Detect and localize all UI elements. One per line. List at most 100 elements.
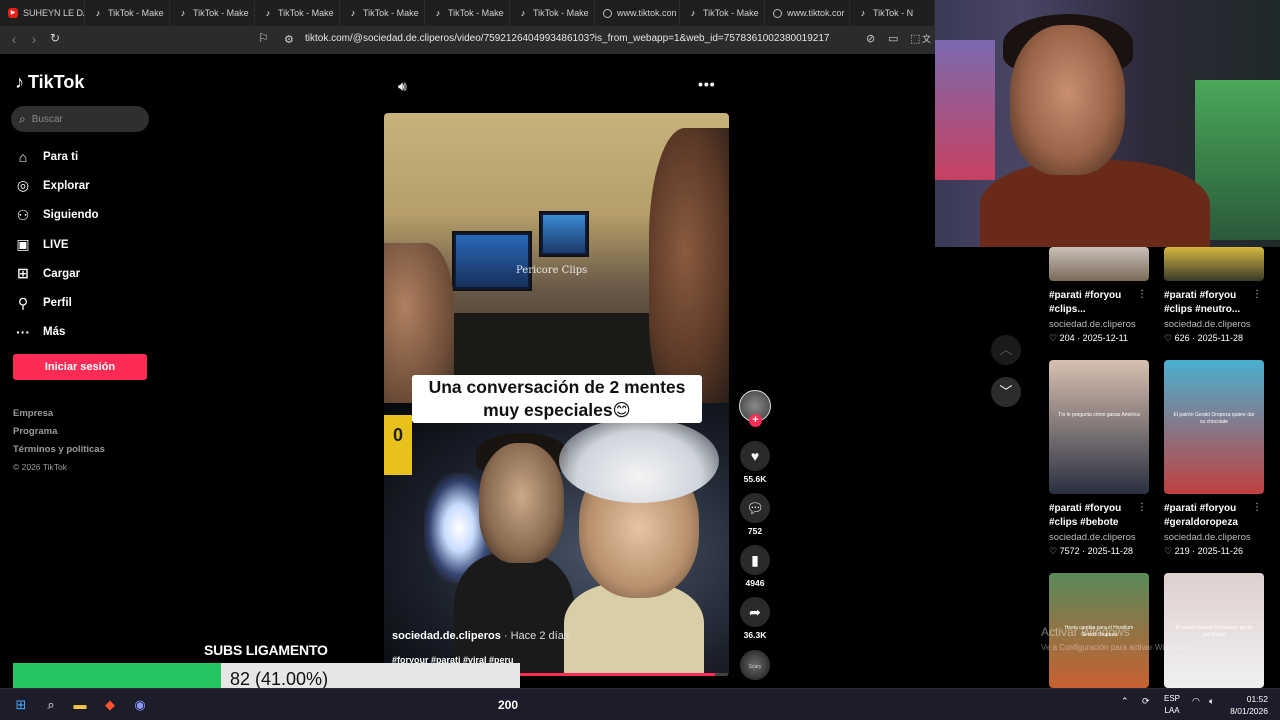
follow-plus-icon[interactable]: +	[749, 414, 762, 427]
picture-in-picture-icon[interactable]: ▭	[888, 32, 898, 45]
heart-icon[interactable]: ♥	[740, 441, 770, 471]
cast-icon[interactable]: ⬚	[910, 32, 920, 45]
nav-item[interactable]: ⚲ Perfil	[15, 288, 155, 317]
browser-tab[interactable]: ♪ TikTok - Make	[510, 0, 595, 26]
save-action[interactable]: ▮ 4946	[738, 545, 772, 588]
volume-tray-icon[interactable]: 🔈︎	[1209, 696, 1214, 707]
footer-link-programa[interactable]: Programa	[13, 426, 105, 444]
back-button[interactable]: ‹	[4, 31, 24, 47]
next-video-button[interactable]: ﹀	[991, 377, 1021, 407]
share-action[interactable]: ➦ 36.3K	[738, 597, 772, 640]
forward-button[interactable]: ›	[24, 31, 44, 47]
footer-link-terminos[interactable]: Términos y políticas	[13, 444, 105, 462]
nav-item-label: Perfil	[43, 297, 72, 310]
card-handle[interactable]: sociedad.de.cliperos	[1164, 319, 1264, 330]
author-handle[interactable]: sociedad.de.cliperos	[392, 630, 501, 642]
nav-item[interactable]: ▣ LIVE	[15, 230, 155, 259]
language-indicator[interactable]: ESP LAA	[1164, 693, 1180, 717]
suggested-video-card[interactable]: Tío le pregunta cómo ganas América ⋮ #para…	[1049, 360, 1149, 557]
nav-item[interactable]: ⌂ Para ti	[15, 142, 155, 171]
video-thumbnail[interactable]	[1049, 247, 1149, 281]
system-clock[interactable]: 01:52 8/01/2026	[1228, 693, 1268, 717]
translate-icon[interactable]: 文	[922, 32, 931, 45]
video-thumbnail[interactable]: El patrón Gerald Oropeza quiere dar su c…	[1164, 360, 1264, 494]
browser-tab[interactable]: ♪ TikTok - Make	[340, 0, 425, 26]
nav-item[interactable]: ⊞ Cargar	[15, 259, 155, 288]
card-handle[interactable]: sociedad.de.cliperos	[1164, 532, 1264, 543]
tiktok-logo[interactable]: ♪ TikTok	[15, 72, 84, 93]
browser-tab[interactable]: ♪ TikTok - Make	[680, 0, 765, 26]
browser-tab[interactable]: ♪ TikTok - Make	[425, 0, 510, 26]
card-menu-icon[interactable]: ⋮	[1137, 289, 1147, 300]
card-menu-icon[interactable]: ⋮	[1252, 289, 1262, 300]
browser-tab[interactable]: www.tiktok.cor	[765, 0, 850, 26]
like-action[interactable]: ♥ 55.6K	[738, 441, 772, 484]
nav-item[interactable]: ◎ Explorar	[15, 171, 155, 200]
suggested-video-card[interactable]: El patrón Gerald Oropeza le gusta ser Do…	[1164, 573, 1264, 688]
video-thumbnail[interactable]: El patrón Gerald Oropeza le gusta ser Do…	[1164, 573, 1264, 688]
card-handle[interactable]: sociedad.de.cliperos	[1049, 532, 1149, 543]
suggested-video-card[interactable]: ⋮ #parati #foryou #clips #neutro... socied…	[1164, 247, 1264, 344]
comment-action[interactable]: 💬︎ 752	[738, 493, 772, 536]
browser-tab[interactable]: ▶ SUHEYN LE DA	[0, 0, 85, 26]
search-input[interactable]	[31, 113, 132, 125]
brave-browser-icon[interactable]: ◆	[101, 696, 119, 714]
start-icon[interactable]: ⊞	[12, 696, 30, 714]
file-explorer-icon[interactable]: ▬	[71, 696, 89, 714]
volume-icon[interactable]: 🔊︎	[398, 78, 407, 95]
windows-activation-subtext: Ve a Configuración para activar Windows.	[1041, 643, 1190, 652]
discord-icon[interactable]: ◉	[131, 696, 149, 714]
video-author[interactable]: sociedad.de.cliperos · Hace 2 días	[392, 630, 569, 642]
tray-chevron-icon[interactable]: ⌃	[1121, 696, 1129, 707]
browser-tab[interactable]: ♪ TikTok - N	[850, 0, 935, 26]
video-player[interactable]: Pericore Clips Una conversación de 2 men…	[384, 113, 729, 676]
copyright: © 2026 TikTok	[13, 462, 67, 472]
card-title[interactable]: #parati #foryou #clips #bebote	[1049, 502, 1141, 530]
video-watermark: Pericore Clips	[516, 265, 588, 276]
browser-tab[interactable]: ♪ TikTok - Make	[85, 0, 170, 26]
site-settings-icon[interactable]: ⚙	[284, 33, 294, 46]
search-box[interactable]: ⌕	[11, 106, 149, 132]
bookmark-icon[interactable]: ⚐	[258, 31, 272, 47]
main-nav: ⌂ Para ti ◎ Explorar ⚇ Siguiendo ▣ LIVE ⊞ Cargar ⚲…	[15, 142, 155, 347]
post-age: · Hace 2 días	[503, 630, 570, 642]
card-title[interactable]: #parati #foryou #geraldoropeza	[1164, 502, 1256, 530]
globe-icon	[603, 8, 612, 18]
wifi-icon[interactable]: ◠	[1192, 696, 1200, 707]
previous-video-button[interactable]: ︿	[991, 335, 1021, 365]
video-thumbnail[interactable]	[1164, 247, 1264, 281]
nav-item-label: Explorar	[43, 179, 90, 192]
card-menu-icon[interactable]: ⋮	[1252, 502, 1262, 513]
browser-tab-strip: ▶ SUHEYN LE DA ♪ TikTok - Make ♪ TikTok - Mak…	[0, 0, 935, 26]
login-button[interactable]: Iniciar sesión	[13, 354, 147, 380]
nav-item[interactable]: ··· Más	[15, 318, 155, 347]
separator: ·	[1189, 546, 1198, 556]
screen: ▶ SUHEYN LE DA ♪ TikTok - Make ♪ TikTok - Mak…	[0, 0, 1280, 720]
nav-item[interactable]: ⚇ Siguiendo	[15, 201, 155, 230]
browser-tab-label: TikTok - Make	[108, 8, 164, 18]
footer-link-empresa[interactable]: Empresa	[13, 408, 105, 426]
tiktok-note-icon: ♪	[15, 72, 24, 92]
suggested-video-card[interactable]: ⋮ #parati #foryou #clips... sociedad.de.cl…	[1049, 247, 1149, 344]
suggested-video-card[interactable]: El patrón Gerald Oropeza quiere dar su c…	[1164, 360, 1264, 557]
search-icon[interactable]: ⌕	[42, 696, 60, 714]
card-menu-icon[interactable]: ⋮	[1137, 502, 1147, 513]
browser-tab[interactable]: ♪ TikTok - Make	[170, 0, 255, 26]
more-options-icon[interactable]: •••	[698, 76, 716, 92]
network-icon[interactable]: ⟳	[1142, 696, 1150, 707]
card-title[interactable]: #parati #foryou #clips #neutro...	[1164, 289, 1256, 317]
browser-tab[interactable]: www.tiktok.con	[595, 0, 680, 26]
card-handle[interactable]: sociedad.de.cliperos	[1049, 319, 1149, 330]
bookmark-icon[interactable]: ▮	[740, 545, 770, 575]
music-disc[interactable]: Scary	[740, 650, 770, 680]
browser-tab[interactable]: ♪ TikTok - Make	[255, 0, 340, 26]
video-thumbnail[interactable]: Tío le pregunta cómo ganas América	[1049, 360, 1149, 494]
url-field[interactable]: tiktok.com/@sociedad.de.cliperos/video/7…	[305, 33, 850, 44]
reload-button[interactable]: ↻	[45, 31, 65, 45]
tiktok-icon: ♪	[180, 8, 186, 18]
share-count: 36.3K	[743, 630, 767, 640]
card-title[interactable]: #parati #foryou #clips...	[1049, 289, 1141, 317]
comment-icon[interactable]: 💬︎	[740, 493, 770, 523]
share-icon[interactable]: ➦	[740, 597, 770, 627]
reader-mode-icon[interactable]: ⊘	[866, 32, 875, 45]
